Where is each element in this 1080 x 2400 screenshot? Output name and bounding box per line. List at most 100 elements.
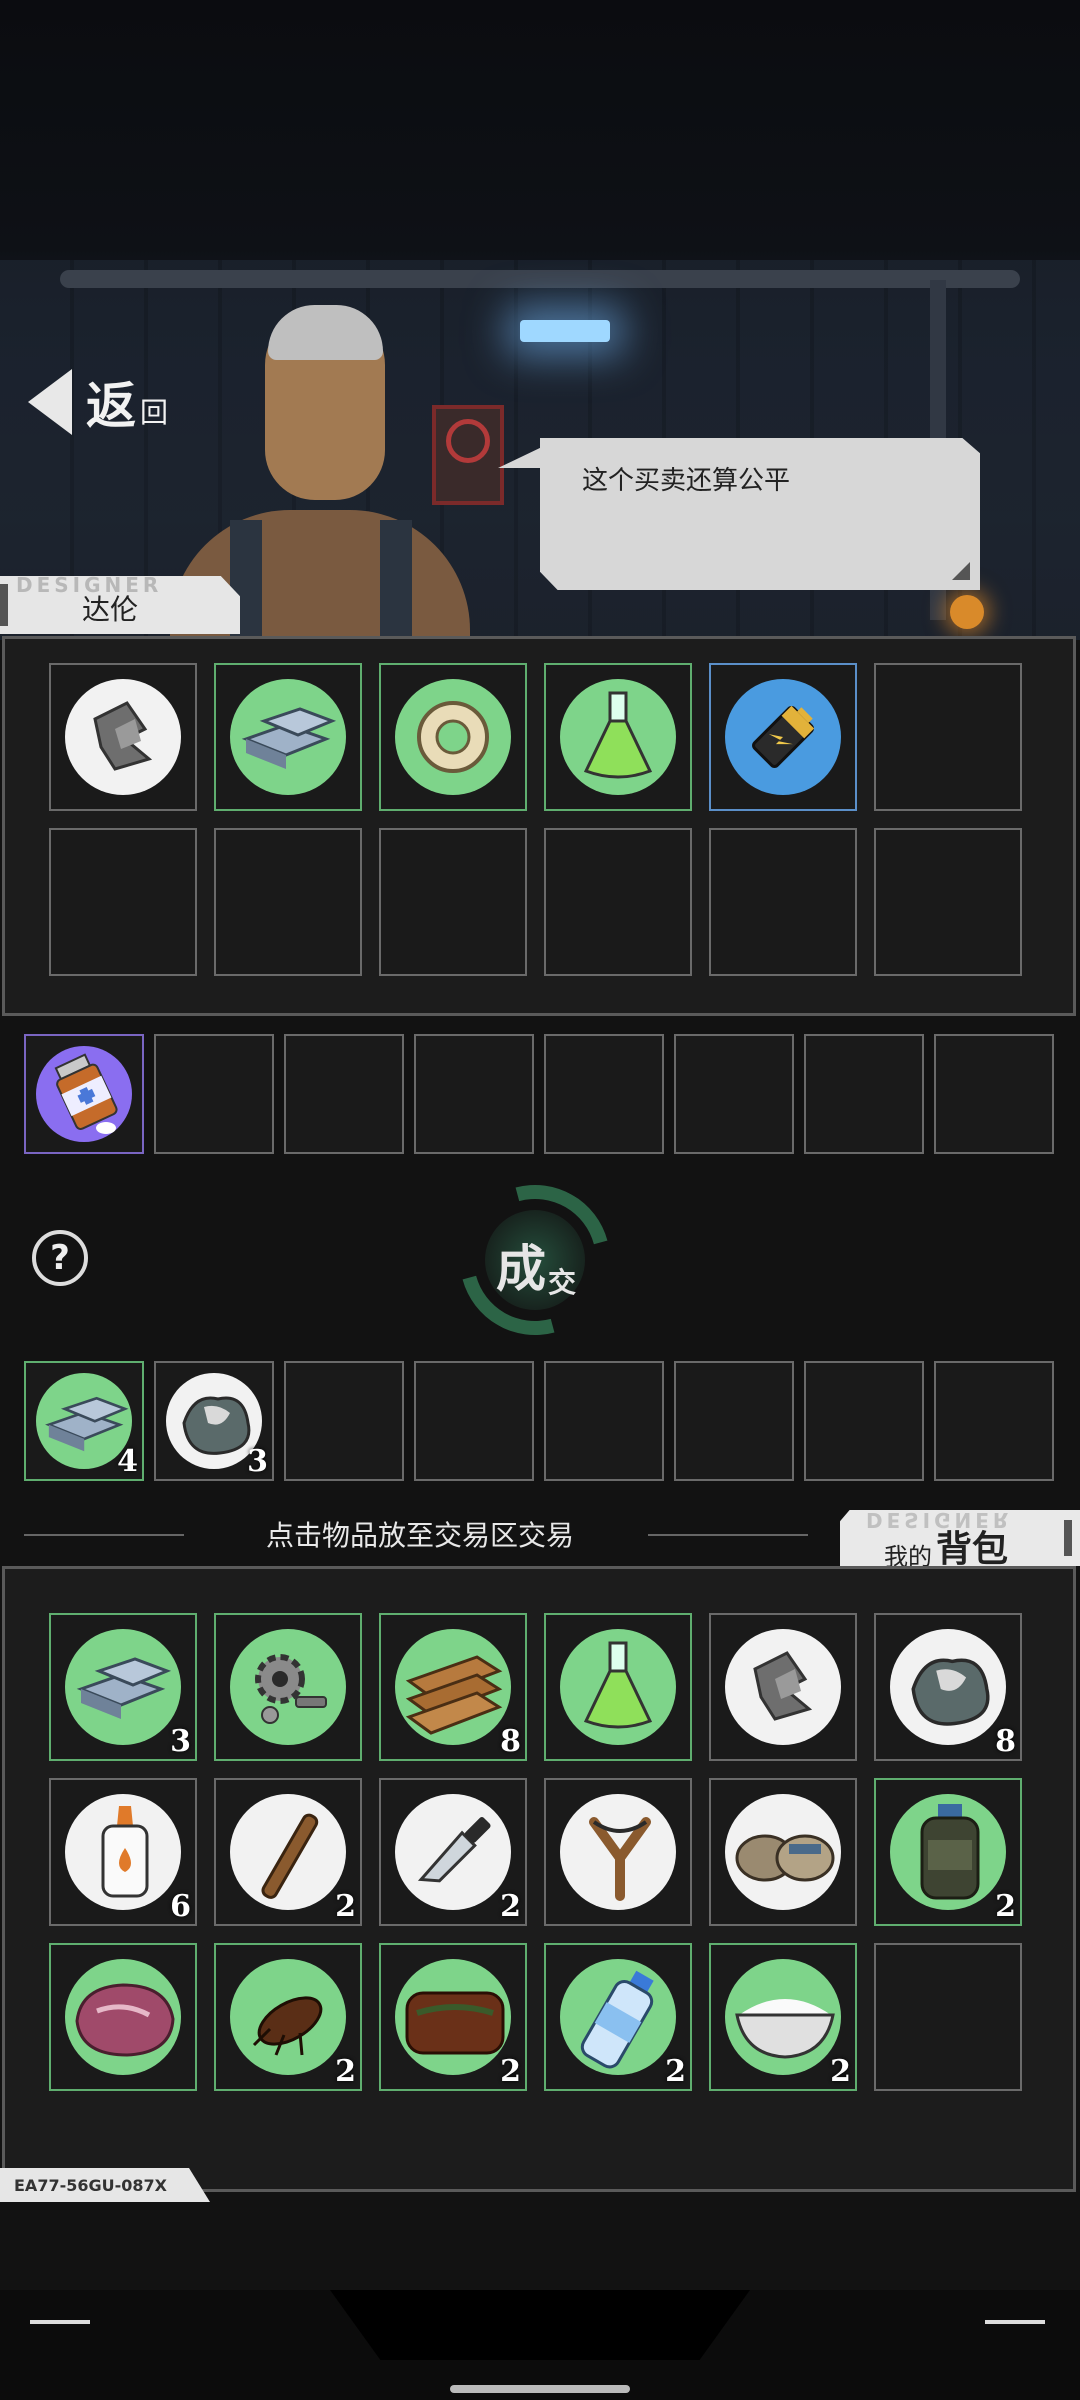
bag-item-chemical-flask[interactable] bbox=[544, 1613, 692, 1761]
npc-name-tag: DESIGNER 达伦 bbox=[0, 576, 240, 634]
back-label-small: 回 bbox=[140, 396, 169, 429]
bag-item-water-bottle[interactable]: 2 bbox=[544, 1943, 692, 2091]
npc-item-chemical-flask[interactable] bbox=[544, 663, 692, 811]
cockroach-icon bbox=[252, 1996, 323, 2056]
iron-ingot-icon bbox=[241, 707, 337, 769]
medicine-bottle-icon bbox=[54, 1053, 118, 1134]
bag-item-rags[interactable]: 8 bbox=[874, 1613, 1022, 1761]
npc-offer-slot-empty[interactable] bbox=[804, 1034, 924, 1154]
npc-inventory-panel bbox=[2, 636, 1076, 1016]
item-count: 2 bbox=[665, 2054, 686, 2089]
npc-slot-empty[interactable] bbox=[874, 663, 1022, 811]
back-button[interactable]: 返 回 bbox=[28, 362, 168, 442]
bag-item-wood-planks[interactable]: 8 bbox=[379, 1613, 527, 1761]
speech-bubble-tail bbox=[498, 446, 544, 468]
gear-icon bbox=[255, 1654, 327, 1724]
flask-icon bbox=[583, 691, 653, 779]
slingshot-icon bbox=[589, 1817, 651, 1901]
npc-offer-slot-empty[interactable] bbox=[414, 1034, 534, 1154]
scrap-metal-icon bbox=[753, 1651, 813, 1721]
npc-offer-row bbox=[24, 1034, 1054, 1154]
npc-offer-slot-empty[interactable] bbox=[674, 1034, 794, 1154]
bag-item-raw-meat[interactable] bbox=[49, 1943, 197, 2091]
home-indicator[interactable] bbox=[450, 2385, 630, 2393]
npc-item-battery[interactable] bbox=[709, 663, 857, 811]
item-count: 2 bbox=[335, 2054, 356, 2089]
item-count: 4 bbox=[117, 1444, 138, 1479]
knife-icon bbox=[417, 1817, 491, 1883]
nav-left-indicator bbox=[30, 2320, 90, 2324]
npc-name: 达伦 bbox=[82, 593, 139, 626]
battery-icon bbox=[752, 705, 815, 768]
my-offer-slot-empty[interactable] bbox=[284, 1361, 404, 1481]
npc-slot-empty[interactable] bbox=[544, 828, 692, 976]
iron-ingot-icon bbox=[76, 1657, 172, 1719]
wood-planks-icon bbox=[405, 1655, 503, 1735]
scene-pipe bbox=[60, 270, 1020, 288]
item-count: 8 bbox=[500, 1724, 521, 1759]
my-bag-panel: 3 8 8 6 2 2 2 2 2 2 2 bbox=[2, 1566, 1076, 2192]
rice-bowl-icon bbox=[735, 1999, 835, 2059]
bag-item-gears-bolts[interactable] bbox=[214, 1613, 362, 1761]
bag-item-sandals[interactable] bbox=[709, 1778, 857, 1926]
item-count: 2 bbox=[830, 2054, 851, 2089]
npc-offer-slot-empty[interactable] bbox=[544, 1034, 664, 1154]
deal-button[interactable]: 成 交 bbox=[432, 1157, 638, 1363]
help-button[interactable]: ? bbox=[32, 1230, 88, 1286]
npc-inventory-grid bbox=[49, 663, 1022, 976]
item-count: 2 bbox=[500, 2054, 521, 2089]
bag-tab-label-big: 背包 bbox=[936, 1528, 1009, 1570]
item-count: 3 bbox=[247, 1444, 268, 1479]
water-bottle-icon bbox=[580, 1970, 654, 2069]
npc-slot-empty[interactable] bbox=[874, 828, 1022, 976]
bag-item-cockroach[interactable]: 2 bbox=[214, 1943, 362, 2091]
back-arrow-icon bbox=[28, 369, 72, 435]
dialogue-text: 这个买卖还算公平 bbox=[582, 466, 791, 496]
bag-item-slingshot[interactable] bbox=[544, 1778, 692, 1926]
item-count: 3 bbox=[170, 1724, 191, 1759]
my-offer-iron-ingot[interactable]: 4 bbox=[24, 1361, 144, 1481]
my-offer-slot-empty[interactable] bbox=[804, 1361, 924, 1481]
back-label-big: 返 bbox=[86, 377, 136, 435]
bag-slot-empty[interactable] bbox=[874, 1943, 1022, 2091]
tape-roll-icon bbox=[417, 701, 489, 773]
glue-bottle-icon bbox=[101, 1806, 149, 1898]
bag-item-knife[interactable]: 2 bbox=[379, 1778, 527, 1926]
my-offer-slot-empty[interactable] bbox=[544, 1361, 664, 1481]
version-serial: EA77-56GU-087X bbox=[0, 2168, 210, 2202]
bag-item-wooden-stick[interactable]: 2 bbox=[214, 1778, 362, 1926]
bag-item-scrap-metal[interactable] bbox=[709, 1613, 857, 1761]
cooked-meat-icon bbox=[405, 1991, 505, 2055]
bag-item-canteen[interactable]: 2 bbox=[874, 1778, 1022, 1926]
my-offer-slot-empty[interactable] bbox=[414, 1361, 534, 1481]
my-offer-rags[interactable]: 3 bbox=[154, 1361, 274, 1481]
npc-offer-medicine[interactable] bbox=[24, 1034, 144, 1154]
bag-item-cooked-meat[interactable]: 2 bbox=[379, 1943, 527, 2091]
npc-offer-slot-empty[interactable] bbox=[284, 1034, 404, 1154]
canteen-icon bbox=[920, 1804, 980, 1900]
npc-item-scrap-metal[interactable] bbox=[49, 663, 197, 811]
bag-item-rice-bowl[interactable]: 2 bbox=[709, 1943, 857, 2091]
npc-slot-empty[interactable] bbox=[709, 828, 857, 976]
my-offer-slot-empty[interactable] bbox=[934, 1361, 1054, 1481]
my-offer-slot-empty[interactable] bbox=[674, 1361, 794, 1481]
nav-right-indicator bbox=[985, 2320, 1045, 2324]
npc-slot-empty[interactable] bbox=[214, 828, 362, 976]
lantern bbox=[950, 595, 984, 629]
my-bag-tab[interactable]: DESIGNER 我的 背包 bbox=[840, 1510, 1080, 1566]
npc-offer-slot-empty[interactable] bbox=[934, 1034, 1054, 1154]
npc-slot-empty[interactable] bbox=[379, 828, 527, 976]
npc-item-tape[interactable] bbox=[379, 663, 527, 811]
bottom-navigation-bar bbox=[0, 2290, 1080, 2400]
item-count: 2 bbox=[335, 1889, 356, 1924]
sandals-icon bbox=[735, 1834, 835, 1882]
item-count: 2 bbox=[995, 1889, 1016, 1924]
ceiling-lamp bbox=[520, 320, 610, 342]
bag-item-glue[interactable]: 6 bbox=[49, 1778, 197, 1926]
npc-offer-slot-empty[interactable] bbox=[154, 1034, 274, 1154]
npc-item-iron-ingot[interactable] bbox=[214, 663, 362, 811]
flask-icon bbox=[583, 1641, 653, 1729]
raw-meat-icon bbox=[75, 1983, 175, 2057]
bag-item-iron-ingot[interactable]: 3 bbox=[49, 1613, 197, 1761]
npc-slot-empty[interactable] bbox=[49, 828, 197, 976]
